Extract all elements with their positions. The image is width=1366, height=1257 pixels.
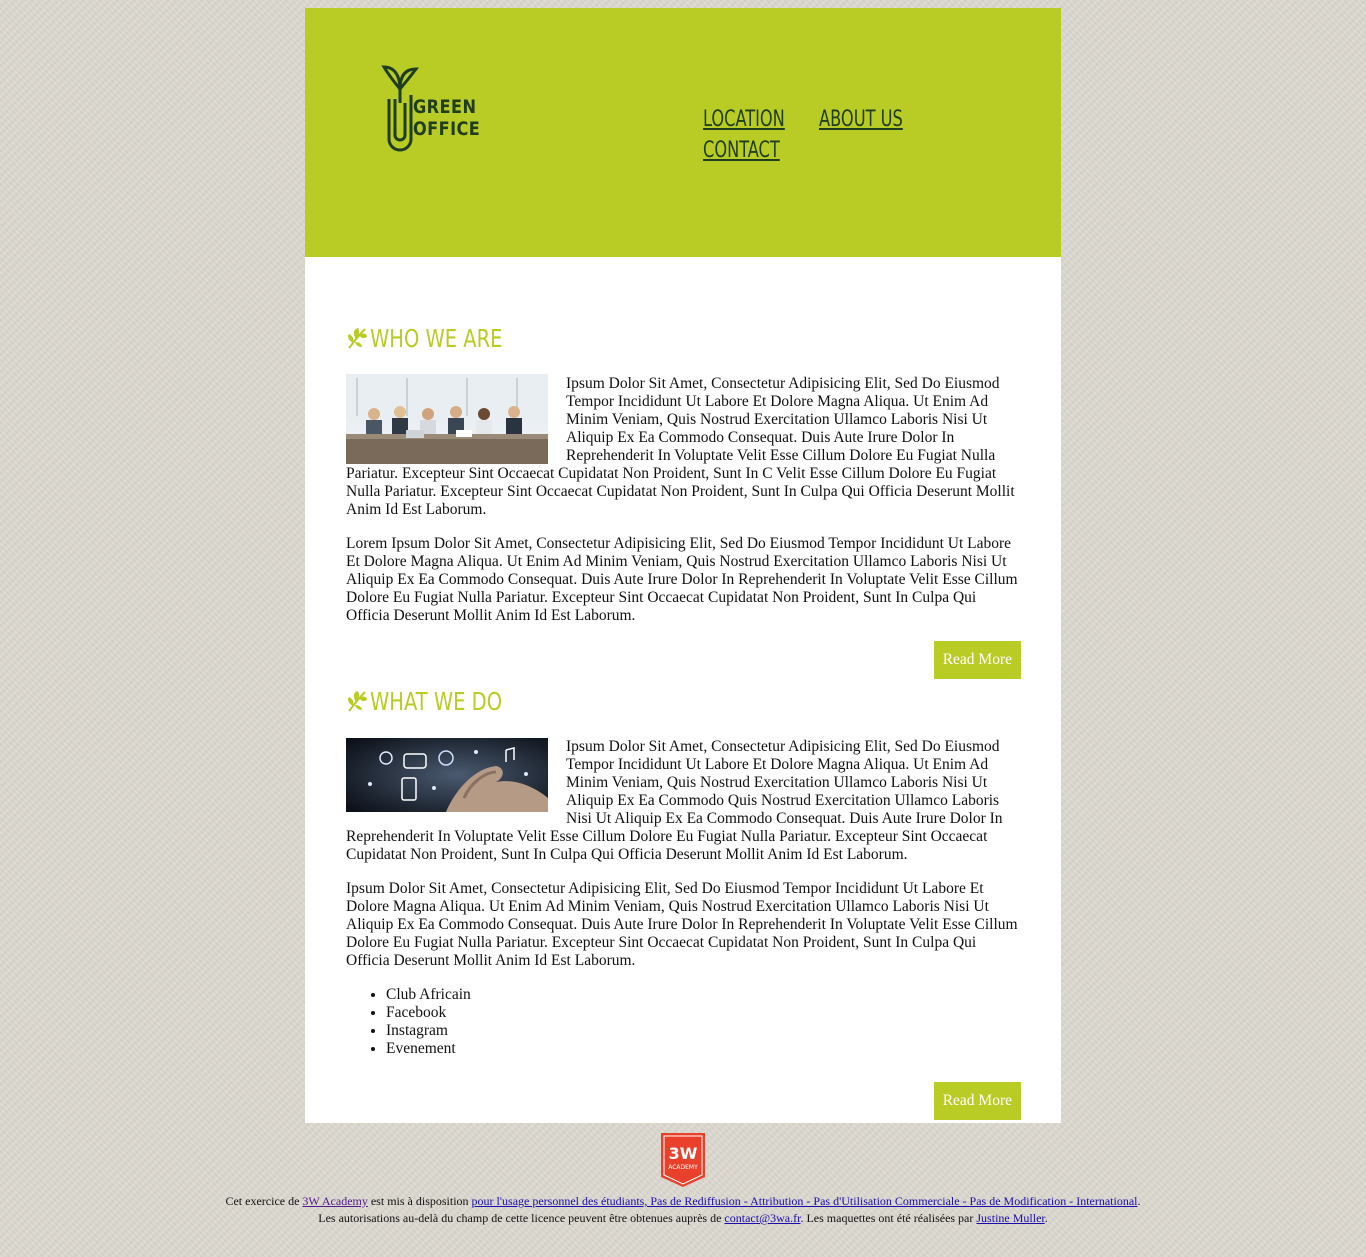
site-header: GREEN OFFICE LOCATION ABOUT US CONTACT [305, 8, 1061, 257]
section-what-we-do: WHAT WE DO Ipsum Dolor Sit Amet, Consect… [346, 681, 1021, 1120]
link-list: Club Africain Facebook Instagram Eveneme… [346, 986, 1021, 1058]
section-title: WHAT WE DO [346, 681, 1021, 721]
read-more-button[interactable]: Read More [933, 1082, 1021, 1120]
paragraph: Lorem Ipsum Dolor Sit Amet, Consectetur … [346, 535, 1018, 624]
nav-link-location[interactable]: LOCATION [703, 104, 785, 135]
button-row: Read More [346, 641, 1021, 679]
list-item: Club Africain [386, 986, 1021, 1004]
button-row: Read More [346, 1082, 1021, 1120]
touch-technology-photo [346, 738, 548, 812]
paragraph: Ipsum Dolor Sit Amet, Consectetur Adipis… [346, 880, 1018, 969]
section-who-we-are: WHO WE ARE Ipsum Dolor Sit Amet, Consect… [346, 318, 1021, 679]
footer-license-line: Cet exercice de 3W Academy est mis à dis… [225, 1194, 1141, 1208]
footer-contact-line: Les autorisations au-delà du champ de ce… [318, 1211, 1048, 1225]
badge-text-3w: 3W [669, 1144, 698, 1163]
logo-wordmark: GREEN OFFICE [413, 96, 480, 140]
logo-line-2: OFFICE [413, 118, 481, 140]
main-content: WHO WE ARE Ipsum Dolor Sit Amet, Consect… [305, 257, 1061, 1123]
author-link[interactable]: Justine Muller [976, 1211, 1044, 1225]
nav-link-contact[interactable]: CONTACT [703, 135, 780, 166]
license-link[interactable]: pour l'usage personnel des étudiants, Pa… [472, 1194, 1138, 1208]
list-item: Facebook [386, 1004, 1021, 1022]
list-item: Instagram [386, 1022, 1021, 1040]
list-item: Evenement [386, 1040, 1021, 1058]
logo-line-1: GREEN [413, 96, 477, 118]
nav-link-about-us[interactable]: ABOUT US [819, 104, 903, 135]
leaf-icon [348, 328, 367, 349]
green-office-logo[interactable]: GREEN OFFICE [380, 63, 495, 159]
read-more-button[interactable]: Read More [933, 641, 1021, 679]
page-container: GREEN OFFICE LOCATION ABOUT US CONTACT W… [305, 8, 1061, 1123]
badge-text-academy: ACADEMY [668, 1164, 698, 1171]
academy-link[interactable]: 3W Academy [302, 1194, 367, 1208]
site-footer: 3W ACADEMY Cet exercice de 3W Academy es… [0, 1133, 1366, 1227]
email-link[interactable]: contact@3wa.fr [724, 1211, 800, 1225]
section-title: WHO WE ARE [346, 318, 1021, 358]
team-meeting-photo [346, 374, 548, 464]
3w-academy-badge[interactable]: 3W ACADEMY [659, 1133, 707, 1187]
leaf-icon [348, 691, 367, 712]
